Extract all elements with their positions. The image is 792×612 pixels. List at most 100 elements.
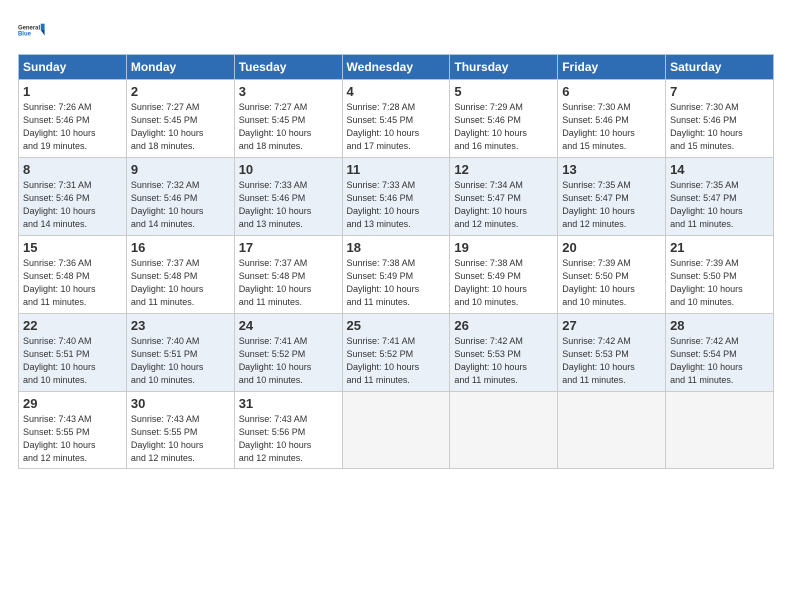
calendar-cell	[558, 392, 666, 469]
calendar-cell: 14 Sunrise: 7:35 AM Sunset: 5:47 PM Dayli…	[666, 158, 774, 236]
calendar-week-row: 15Sunrise: 7:36 AM Sunset: 5:48 PM Dayli…	[19, 236, 774, 314]
svg-text:General: General	[18, 25, 40, 31]
day-info: Sunrise: 7:39 AM Sunset: 5:50 PM Dayligh…	[562, 257, 661, 309]
day-info: Sunrise: 7:33 AM Sunset: 5:46 PM Dayligh…	[347, 179, 446, 231]
weekday-header: Wednesday	[342, 55, 450, 80]
calendar-cell: 19Sunrise: 7:38 AM Sunset: 5:49 PM Dayli…	[450, 236, 558, 314]
day-info: Sunrise: 7:42 AM Sunset: 5:53 PM Dayligh…	[454, 335, 553, 387]
day-number: 14	[670, 162, 769, 177]
day-number: 13	[562, 162, 661, 177]
day-info: Sunrise: 7:38 AM Sunset: 5:49 PM Dayligh…	[454, 257, 553, 309]
calendar-cell: 3 Sunrise: 7:27 AM Sunset: 5:45 PM Daylig…	[234, 80, 342, 158]
day-info: Sunrise: 7:43 AM Sunset: 5:55 PM Dayligh…	[131, 413, 230, 465]
calendar-cell: 25 Sunrise: 7:41 AM Sunset: 5:52 PM Dayli…	[342, 314, 450, 392]
calendar-cell: 24Sunrise: 7:41 AM Sunset: 5:52 PM Dayli…	[234, 314, 342, 392]
calendar-cell: 26 Sunrise: 7:42 AM Sunset: 5:53 PM Dayli…	[450, 314, 558, 392]
calendar-week-row: 8 Sunrise: 7:31 AM Sunset: 5:46 PM Daylig…	[19, 158, 774, 236]
calendar-cell: 5Sunrise: 7:29 AM Sunset: 5:46 PM Daylig…	[450, 80, 558, 158]
day-number: 30	[131, 396, 230, 411]
calendar-cell: 18Sunrise: 7:38 AM Sunset: 5:49 PM Dayli…	[342, 236, 450, 314]
calendar-cell: 10Sunrise: 7:33 AM Sunset: 5:46 PM Dayli…	[234, 158, 342, 236]
logo: GeneralBlue	[18, 16, 46, 44]
day-info: Sunrise: 7:35 AM Sunset: 5:47 PM Dayligh…	[562, 179, 661, 231]
day-number: 22	[23, 318, 122, 333]
day-info: Sunrise: 7:40 AM Sunset: 5:51 PM Dayligh…	[23, 335, 122, 387]
weekday-header: Thursday	[450, 55, 558, 80]
calendar-cell: 28 Sunrise: 7:42 AM Sunset: 5:54 PM Dayli…	[666, 314, 774, 392]
calendar-cell: 9 Sunrise: 7:32 AM Sunset: 5:46 PM Daylig…	[126, 158, 234, 236]
day-info: Sunrise: 7:27 AM Sunset: 5:45 PM Dayligh…	[239, 101, 338, 153]
calendar-cell: 22 Sunrise: 7:40 AM Sunset: 5:51 PM Dayli…	[19, 314, 127, 392]
day-info: Sunrise: 7:40 AM Sunset: 5:51 PM Dayligh…	[131, 335, 230, 387]
day-info: Sunrise: 7:37 AM Sunset: 5:48 PM Dayligh…	[131, 257, 230, 309]
day-info: Sunrise: 7:26 AM Sunset: 5:46 PM Dayligh…	[23, 101, 122, 153]
day-number: 6	[562, 84, 661, 99]
day-info: Sunrise: 7:38 AM Sunset: 5:49 PM Dayligh…	[347, 257, 446, 309]
day-number: 25	[347, 318, 446, 333]
day-info: Sunrise: 7:39 AM Sunset: 5:50 PM Dayligh…	[670, 257, 769, 309]
weekday-header: Sunday	[19, 55, 127, 80]
calendar-cell	[342, 392, 450, 469]
calendar-cell: 30 Sunrise: 7:43 AM Sunset: 5:55 PM Dayli…	[126, 392, 234, 469]
day-number: 27	[562, 318, 661, 333]
calendar-cell: 12 Sunrise: 7:34 AM Sunset: 5:47 PM Dayli…	[450, 158, 558, 236]
day-info: Sunrise: 7:43 AM Sunset: 5:55 PM Dayligh…	[23, 413, 122, 465]
day-info: Sunrise: 7:33 AM Sunset: 5:46 PM Dayligh…	[239, 179, 338, 231]
day-number: 1	[23, 84, 122, 99]
calendar-week-row: 1 Sunrise: 7:26 AM Sunset: 5:46 PM Daylig…	[19, 80, 774, 158]
day-info: Sunrise: 7:32 AM Sunset: 5:46 PM Dayligh…	[131, 179, 230, 231]
calendar-cell: 17 Sunrise: 7:37 AM Sunset: 5:48 PM Dayli…	[234, 236, 342, 314]
day-number: 2	[131, 84, 230, 99]
calendar-cell: 1 Sunrise: 7:26 AM Sunset: 5:46 PM Daylig…	[19, 80, 127, 158]
calendar-cell: 2Sunrise: 7:27 AM Sunset: 5:45 PM Daylig…	[126, 80, 234, 158]
day-number: 12	[454, 162, 553, 177]
day-info: Sunrise: 7:31 AM Sunset: 5:46 PM Dayligh…	[23, 179, 122, 231]
logo-icon: GeneralBlue	[18, 16, 46, 44]
day-number: 5	[454, 84, 553, 99]
calendar-cell: 16Sunrise: 7:37 AM Sunset: 5:48 PM Dayli…	[126, 236, 234, 314]
svg-text:Blue: Blue	[18, 32, 32, 38]
calendar-cell: 21 Sunrise: 7:39 AM Sunset: 5:50 PM Dayli…	[666, 236, 774, 314]
day-number: 8	[23, 162, 122, 177]
calendar-cell: 15Sunrise: 7:36 AM Sunset: 5:48 PM Dayli…	[19, 236, 127, 314]
day-number: 23	[131, 318, 230, 333]
day-info: Sunrise: 7:30 AM Sunset: 5:46 PM Dayligh…	[562, 101, 661, 153]
day-number: 3	[239, 84, 338, 99]
calendar-cell: 6 Sunrise: 7:30 AM Sunset: 5:46 PM Daylig…	[558, 80, 666, 158]
calendar-cell: 27 Sunrise: 7:42 AM Sunset: 5:53 PM Dayli…	[558, 314, 666, 392]
calendar-cell: 23 Sunrise: 7:40 AM Sunset: 5:51 PM Dayli…	[126, 314, 234, 392]
calendar-cell	[666, 392, 774, 469]
day-info: Sunrise: 7:37 AM Sunset: 5:48 PM Dayligh…	[239, 257, 338, 309]
day-number: 9	[131, 162, 230, 177]
day-info: Sunrise: 7:42 AM Sunset: 5:54 PM Dayligh…	[670, 335, 769, 387]
calendar-table: SundayMondayTuesdayWednesdayThursdayFrid…	[18, 54, 774, 469]
calendar-cell: 4 Sunrise: 7:28 AM Sunset: 5:45 PM Daylig…	[342, 80, 450, 158]
day-info: Sunrise: 7:35 AM Sunset: 5:47 PM Dayligh…	[670, 179, 769, 231]
day-number: 31	[239, 396, 338, 411]
calendar-cell: 7 Sunrise: 7:30 AM Sunset: 5:46 PM Daylig…	[666, 80, 774, 158]
day-info: Sunrise: 7:42 AM Sunset: 5:53 PM Dayligh…	[562, 335, 661, 387]
calendar-cell	[450, 392, 558, 469]
day-info: Sunrise: 7:30 AM Sunset: 5:46 PM Dayligh…	[670, 101, 769, 153]
calendar-week-row: 22 Sunrise: 7:40 AM Sunset: 5:51 PM Dayli…	[19, 314, 774, 392]
day-number: 21	[670, 240, 769, 255]
calendar-cell: 11 Sunrise: 7:33 AM Sunset: 5:46 PM Dayli…	[342, 158, 450, 236]
day-number: 17	[239, 240, 338, 255]
day-number: 24	[239, 318, 338, 333]
day-info: Sunrise: 7:41 AM Sunset: 5:52 PM Dayligh…	[347, 335, 446, 387]
header: GeneralBlue	[18, 16, 774, 44]
page-container: GeneralBlue SundayMondayTuesdayWednesday…	[0, 0, 792, 612]
day-info: Sunrise: 7:36 AM Sunset: 5:48 PM Dayligh…	[23, 257, 122, 309]
calendar-cell: 20Sunrise: 7:39 AM Sunset: 5:50 PM Dayli…	[558, 236, 666, 314]
day-number: 7	[670, 84, 769, 99]
day-info: Sunrise: 7:34 AM Sunset: 5:47 PM Dayligh…	[454, 179, 553, 231]
weekday-header: Monday	[126, 55, 234, 80]
day-number: 26	[454, 318, 553, 333]
weekday-header-row: SundayMondayTuesdayWednesdayThursdayFrid…	[19, 55, 774, 80]
weekday-header: Tuesday	[234, 55, 342, 80]
day-number: 11	[347, 162, 446, 177]
day-number: 29	[23, 396, 122, 411]
day-number: 4	[347, 84, 446, 99]
day-info: Sunrise: 7:28 AM Sunset: 5:45 PM Dayligh…	[347, 101, 446, 153]
day-number: 28	[670, 318, 769, 333]
